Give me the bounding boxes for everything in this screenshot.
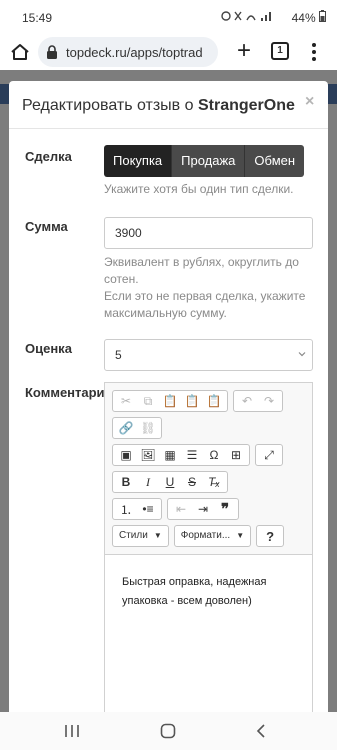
help-group: ? (256, 525, 285, 547)
toolbar-row-insert: ▣ 🖼 ▦ ☰ Ω ⊞ ⤢ (112, 444, 288, 466)
edit-review-modal: Редактировать отзыв о StrangerOne × Сдел… (9, 81, 328, 721)
toolbar-row-lists: ⒈ •≡ ⇤ ⇥ ❞ (112, 498, 244, 520)
home-nav-icon[interactable] (160, 723, 176, 739)
undo-icon[interactable]: ↶ (236, 391, 258, 411)
strikethrough-icon[interactable]: S (181, 472, 203, 492)
table-icon[interactable]: ▦ (159, 445, 181, 465)
deal-help: Укажите хотя бы один тип сделки. (104, 182, 294, 196)
url-text: topdeck.ru/apps/toptrad (66, 45, 203, 60)
battery-icon (319, 10, 326, 22)
status-icons (221, 10, 277, 25)
deal-option-purchase[interactable]: Покупка (104, 145, 173, 177)
special-char-icon[interactable]: Ω (203, 445, 225, 465)
clipboard-group: ✂ ⧉ 📋 📋 📋 (112, 390, 228, 412)
styles-dropdown-label: Стили (119, 530, 148, 541)
sum-help-max: Если это не первая сделка, укажите макси… (104, 289, 306, 320)
copy-icon[interactable]: ⧉ (137, 391, 159, 411)
browser-toolbar: topdeck.ru/apps/toptrad + 1 (0, 34, 337, 70)
modal-title-user: StrangerOne (197, 97, 295, 114)
editor-content-area[interactable]: Быстрая оправка, надежная упаковка - все… (105, 554, 312, 721)
history-group: ↶ ↷ (233, 390, 283, 412)
battery-level: 44% (292, 10, 326, 25)
deal-option-sale[interactable]: Продажа (172, 145, 246, 177)
deal-type-group: Покупка Продажа Обмен (104, 145, 305, 177)
deal-option-exchange[interactable]: Обмен (245, 145, 305, 177)
rating-select[interactable]: 5 (104, 339, 313, 371)
status-bar: 15:49 44% (0, 0, 337, 34)
indent-icon[interactable]: ⇥ (192, 499, 214, 519)
bulleted-list-icon[interactable]: •≡ (137, 499, 159, 519)
sum-input[interactable]: 3900 (104, 217, 313, 249)
maximize-group: ⤢ (255, 444, 283, 466)
back-icon[interactable] (256, 723, 266, 739)
maximize-icon[interactable]: ⤢ (258, 445, 280, 465)
image-icon[interactable]: 🖼 (137, 445, 159, 465)
unlink-icon[interactable]: ⛓ (137, 418, 159, 438)
notification-icons (221, 11, 271, 21)
dropdown-arrow-icon: ▼ (236, 531, 245, 540)
numbered-list-icon[interactable]: ⒈ (115, 499, 137, 519)
new-tab-icon[interactable]: + (234, 39, 254, 63)
comment-text: Быстрая оправка, надежная упаковка - все… (122, 576, 267, 607)
dropdown-arrow-icon: ▼ (153, 531, 162, 540)
sum-label: Сумма (25, 219, 68, 234)
insert-card-icon[interactable]: ▣ (115, 445, 137, 465)
horizontal-line-icon[interactable]: ☰ (181, 445, 203, 465)
styles-dropdown[interactable]: Стили ▼ (112, 525, 169, 547)
remove-format-icon[interactable]: T̶ₓ (203, 472, 225, 492)
rating-value: 5 (115, 348, 122, 362)
cut-icon[interactable]: ✂ (115, 391, 137, 411)
home-icon[interactable] (8, 40, 32, 64)
insert-block-icon[interactable]: ⊞ (225, 445, 247, 465)
text-style-group: B I U S T̶ₓ (112, 471, 228, 493)
indent-group: ⇤ ⇥ ❞ (167, 498, 239, 520)
outdent-icon[interactable]: ⇤ (170, 499, 192, 519)
paste-word-icon[interactable]: 📋 (203, 391, 225, 411)
lists-group: ⒈ •≡ (112, 498, 162, 520)
help-button[interactable]: ? (259, 526, 281, 546)
toolbar-row-format: B I U S T̶ₓ (112, 471, 233, 493)
sum-help-rounding: Эквивалент в рублях, округлить до сотен. (104, 255, 299, 286)
links-group: 🔗 ⛓ (112, 417, 162, 439)
status-time: 15:49 (22, 11, 53, 25)
rating-label: Оценка (25, 341, 72, 356)
modal-header: Редактировать отзыв о StrangerOne × (9, 81, 328, 129)
paste-icon[interactable]: 📋 (159, 391, 181, 411)
android-nav-bar (0, 712, 337, 750)
blockquote-icon[interactable]: ❞ (214, 499, 236, 519)
redo-icon[interactable]: ↷ (258, 391, 280, 411)
tab-switcher-button[interactable]: 1 (271, 42, 289, 60)
link-icon[interactable]: 🔗 (115, 418, 137, 438)
battery-text: 44% (291, 11, 316, 25)
paste-text-icon[interactable]: 📋 (181, 391, 203, 411)
insert-group: ▣ 🖼 ▦ ☰ Ω ⊞ (112, 444, 250, 466)
toolbar-row-styles: Стили ▼ Формати... ▼ ? (112, 525, 289, 547)
format-dropdown-label: Формати... (180, 530, 231, 541)
chevron-down-icon (298, 352, 306, 357)
toolbar-row-links: 🔗 ⛓ (112, 417, 167, 439)
underline-icon[interactable]: U (159, 472, 181, 492)
format-dropdown[interactable]: Формати... ▼ (173, 525, 252, 547)
more-menu-icon[interactable] (309, 41, 319, 63)
italic-icon[interactable]: I (137, 472, 159, 492)
toolbar-row-clipboard: ✂ ⧉ 📋 📋 📋 ↶ ↷ (112, 390, 288, 412)
lock-icon (47, 45, 57, 59)
modal-title: Редактировать отзыв о StrangerOne (22, 97, 295, 115)
bold-icon[interactable]: B (115, 472, 137, 492)
modal-title-prefix: Редактировать отзыв о (22, 97, 198, 114)
recent-apps-icon[interactable] (64, 724, 80, 738)
rich-text-editor: ✂ ⧉ 📋 📋 📋 ↶ ↷ 🔗 ⛓ ▣ 🖼 ▦ ☰ Ω ⊞ ⤢ B I U S … (104, 382, 313, 721)
address-bar[interactable]: topdeck.ru/apps/toptrad (38, 37, 218, 67)
close-button[interactable]: × (305, 93, 314, 111)
deal-label: Сделка (25, 149, 72, 164)
comment-label: Комментарий (25, 385, 113, 400)
